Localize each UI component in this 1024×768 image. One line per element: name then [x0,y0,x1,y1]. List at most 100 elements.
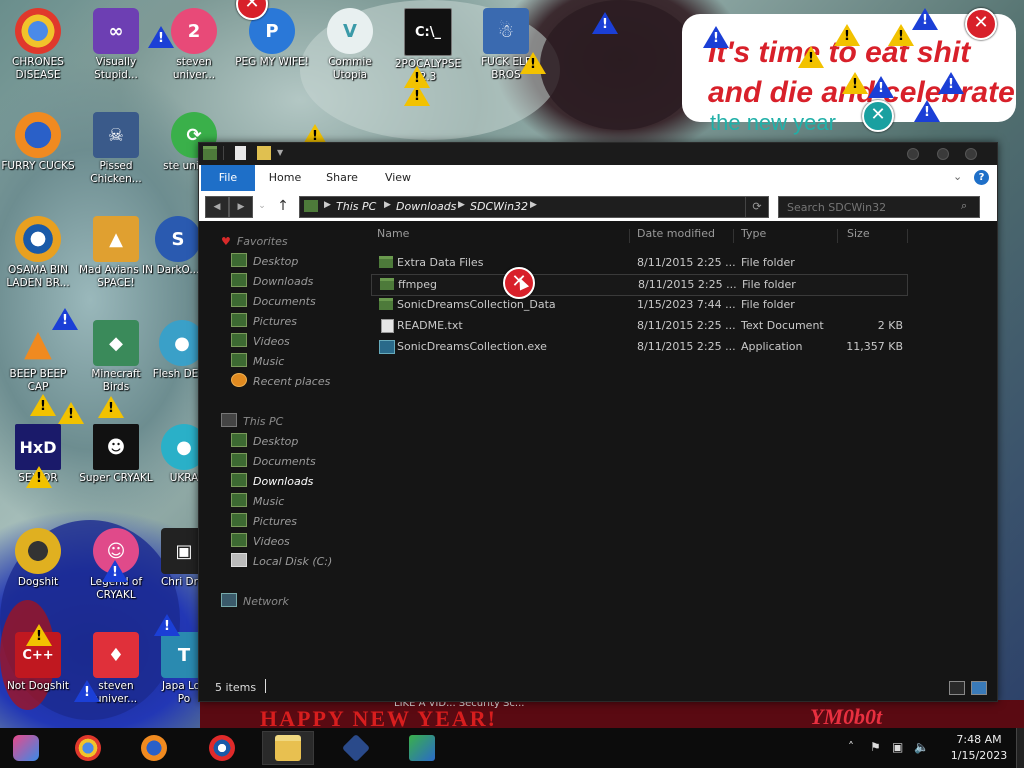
network-status-icon[interactable]: ▣ [892,740,903,754]
nav-item-pc-desktop[interactable]: Desktop [231,433,298,451]
warning-icon [798,46,824,68]
taskbar-pinned-1[interactable] [0,731,52,765]
up-arrow-icon[interactable]: ↑ [275,196,291,216]
taskbar-pinned-4[interactable] [196,731,248,765]
properties-icon[interactable] [235,146,246,160]
show-hidden-icons-chevron-icon[interactable]: ˄ [848,740,854,754]
tab-share[interactable]: Share [317,165,367,191]
column-header-size[interactable]: Size [847,227,870,240]
close-button[interactable] [965,148,977,160]
taskbar-pinned-2[interactable] [62,731,114,765]
column-divider[interactable] [907,229,908,243]
nav-item-favorites-videos[interactable]: Videos [231,333,290,351]
warning-icon [26,624,52,646]
videos-folder-icon [231,533,247,547]
desktop-icon-beep-beep[interactable]: ▲ BEEP BEEP CAP [0,320,76,394]
column-divider[interactable] [837,229,838,243]
nav-favorites[interactable]: ♥ Favorites [221,233,288,251]
error-icon: ✕ [965,8,997,40]
new-folder-icon[interactable] [257,146,271,160]
desktop-icon-osama[interactable]: OSAMA BIN LADEN BR... [0,216,76,290]
taskbar-pinned-3[interactable] [128,731,180,765]
nav-item-favorites-music[interactable]: Music [231,353,284,371]
breadcrumb-this-pc[interactable]: This PC [336,200,376,213]
nav-this-pc-label: This PC [243,415,284,428]
videos-folder-icon [231,333,247,347]
refresh-icon[interactable]: ⟳ [745,197,768,217]
column-header-date[interactable]: Date modified [637,227,715,240]
volume-icon[interactable]: 🔈 [914,740,929,754]
desktop-icon-label: PEG MY WIFE! [235,56,309,68]
desktop-icon-furry[interactable]: FURRY CUCKS [0,112,76,173]
nav-this-pc[interactable]: This PC [221,413,283,431]
info-icon [868,76,894,98]
file-name: SonicDreamsCollection.exe [397,340,547,353]
column-divider[interactable] [629,229,630,243]
chevron-down-icon[interactable]: ▼ [277,148,291,162]
nav-item-pc-documents[interactable]: Documents [231,453,316,471]
desktop-icon-pissed-chicken[interactable]: ☠ Pissed Chicken... [78,112,154,186]
nav-item-pc-videos[interactable]: Videos [231,533,290,551]
action-center-flag-icon[interactable]: ⚑ [870,740,881,754]
desktop-icon-chrones[interactable]: CHRONES DISEASE [0,8,76,82]
nav-network[interactable]: Network [221,593,289,611]
nav-item-favorites-pictures[interactable]: Pictures [231,313,297,331]
nav-item-pc-music[interactable]: Music [231,493,284,511]
window-titlebar[interactable]: ▼ [199,143,997,165]
file-row[interactable]: Extra Data Files 8/11/2015 2:25 ... File… [371,253,906,273]
breadcrumb-sdcwin32[interactable]: SDCWin32 [470,200,528,213]
desktop-icon-commie-utopia[interactable]: V Commie Utopia [312,8,388,82]
tab-home[interactable]: Home [261,165,309,191]
maximize-button[interactable] [937,148,949,160]
show-desktop-button[interactable] [1016,728,1024,768]
search-input[interactable] [785,199,949,215]
network-people-icon [409,735,435,761]
taskbar-file-explorer[interactable] [262,731,314,765]
file-date: 8/11/2015 2:25 ... [638,278,737,291]
taskbar-pinned-6[interactable] [330,731,382,765]
nav-item-pc-local-disk[interactable]: Local Disk (C:) [231,553,332,571]
nav-label: Desktop [253,255,299,268]
file-explorer-window[interactable]: ▼ File Home Share View ⌄ ? ◀ ▶ ⌄ ↑ ▶ Thi… [198,142,998,702]
nav-item-favorites-recent-places[interactable]: Recent places [231,373,330,391]
desktop-icon-visual-studio[interactable]: ∞ Visually Stupid... [78,8,154,82]
nav-item-pc-pictures[interactable]: Pictures [231,513,297,531]
file-row[interactable]: ffmpeg 8/11/2015 2:25 ... File folder [371,274,908,296]
large-icons-view-icon[interactable] [971,681,987,695]
nav-label: Local Disk (C:) [253,555,333,568]
folder-icon [379,298,393,310]
back-button[interactable]: ◀ [205,196,229,218]
file-row[interactable]: README.txt 8/11/2015 2:25 ... Text Docum… [371,316,906,336]
breadcrumb-downloads[interactable]: Downloads [396,200,456,213]
file-row[interactable]: SonicDreamsCollection.exe 8/11/2015 2:25… [371,337,906,357]
search-icon[interactable]: ⌕ [961,199,975,213]
address-bar[interactable]: ▶ This PC ▶ Downloads ▶ SDCWin32 ▶ ⟳ [299,196,769,218]
file-row[interactable]: SonicDreamsCollection_Data 1/15/2023 7:4… [371,295,906,315]
recent-locations-icon[interactable]: ⌄ [255,196,269,216]
minimize-button[interactable] [907,148,919,160]
nav-item-favorites-desktop[interactable]: Desktop [231,253,298,271]
search-box[interactable]: ⌕ [778,196,980,218]
forward-button[interactable]: ▶ [229,196,253,218]
desktop-icon-dogshit[interactable]: Dogshit [0,528,76,589]
column-divider[interactable] [733,229,734,243]
desktop-icon-minecraft-birds[interactable]: ◆ Minecraft Birds [78,320,154,394]
column-header-type[interactable]: Type [741,227,766,240]
file-name: Extra Data Files [397,256,484,269]
help-icon[interactable]: ? [974,170,989,185]
nav-item-pc-downloads[interactable]: Downloads [231,473,313,491]
desktop-folder-icon [231,433,247,447]
taskbar-pinned-7[interactable] [396,731,448,765]
ribbon-expand-icon[interactable]: ⌄ [953,170,967,184]
nav-item-favorites-downloads[interactable]: Downloads [231,273,313,291]
nav-label: Documents [253,295,316,308]
tab-view[interactable]: View [375,165,421,191]
column-header-name[interactable]: Name [377,227,409,240]
tab-file[interactable]: File [201,165,255,191]
nav-item-favorites-documents[interactable]: Documents [231,293,316,311]
details-view-icon[interactable] [949,681,965,695]
clock-time: 7:48 AM [956,733,1002,746]
taskbar-clock[interactable]: 7:48 AM 1/15/2023 [948,732,1010,764]
desktop-icon-mad-avians[interactable]: ▲ Mad Avians IN SPACE! [78,216,154,290]
desktop-icon-super-cryakl[interactable]: ☻ Super CRYAKL [78,424,154,485]
